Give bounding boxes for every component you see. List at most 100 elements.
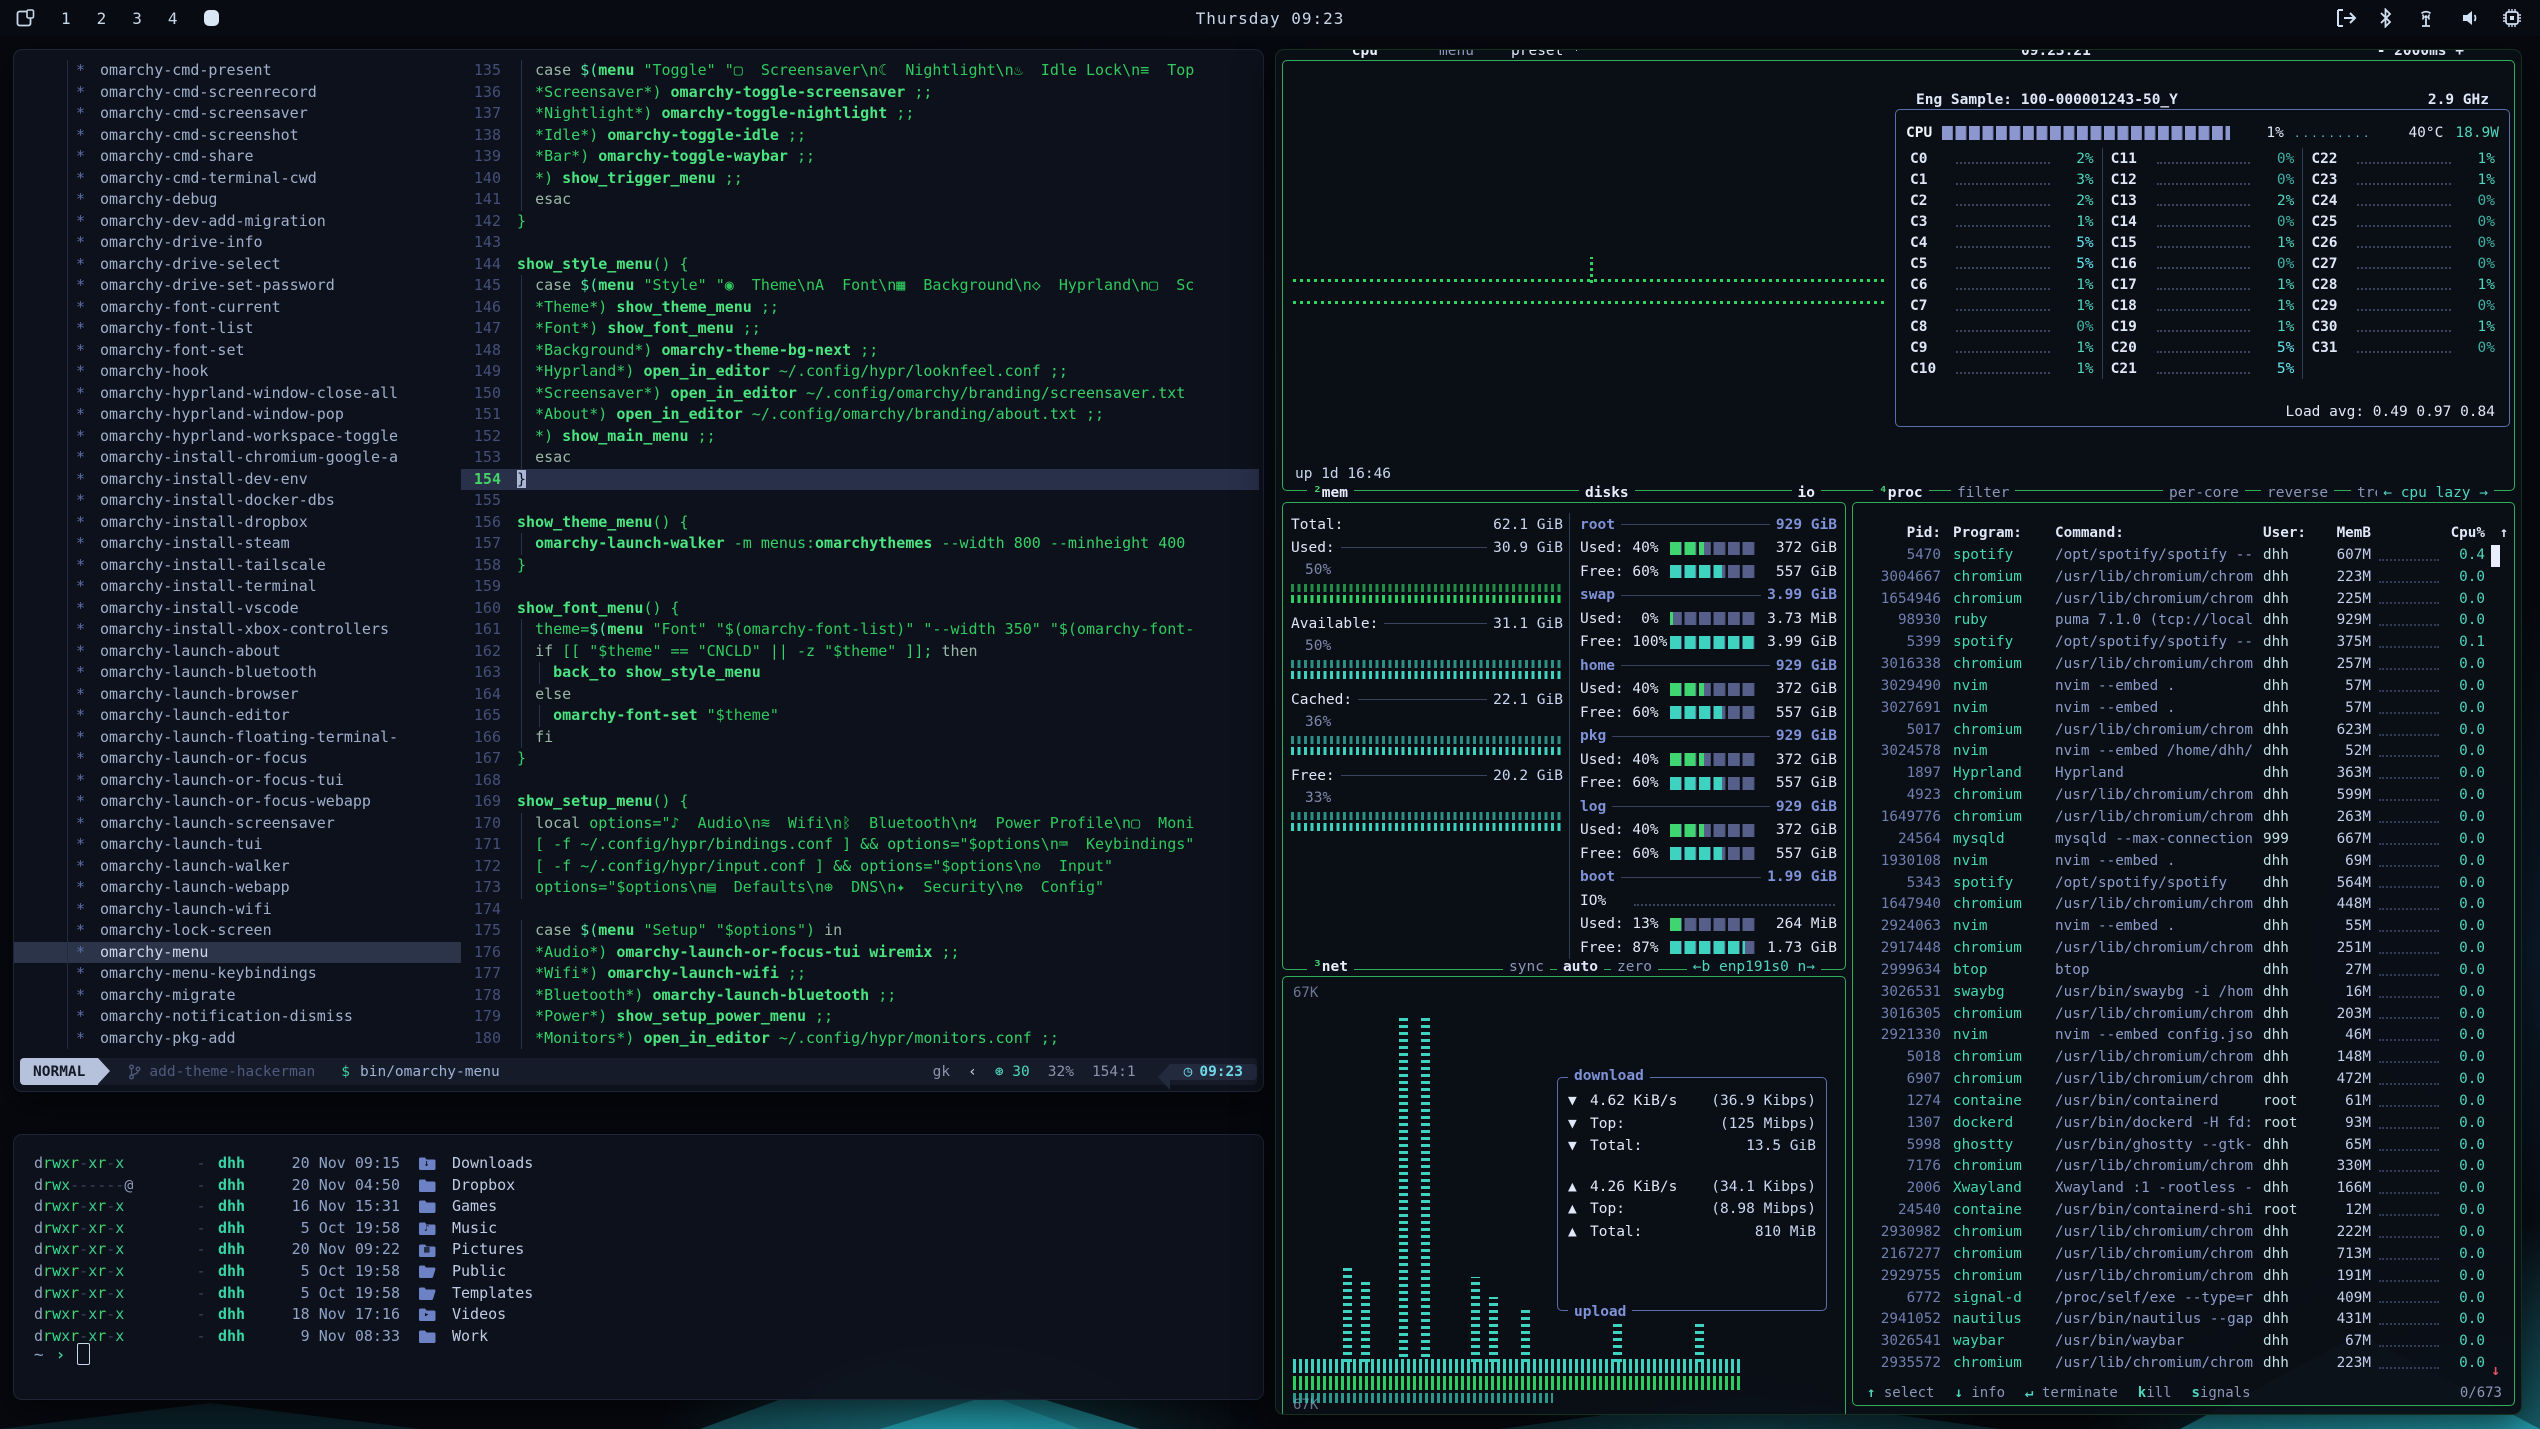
file-list-item[interactable]: *omarchy-lock-screen [14, 920, 461, 942]
code-line[interactable]: 162 if [[ "$theme" == "CNCLD" || -z "$th… [461, 641, 1259, 663]
directory-row[interactable]: drwxr-xr-x-dhh 5 Oct 19:58Public [34, 1261, 1253, 1283]
file-list-item[interactable]: *omarchy-launch-about [14, 641, 461, 663]
file-list-item[interactable]: *omarchy-launch-tui [14, 834, 461, 856]
code-line[interactable]: 167} [461, 748, 1259, 770]
file-list-item[interactable]: *omarchy-menu-keybindings [14, 963, 461, 985]
process-row[interactable]: 1274containe/usr/bin/containerdroot61M0.… [1857, 1091, 2510, 1113]
file-list-item[interactable]: *omarchy-launch-webapp [14, 877, 461, 899]
process-row[interactable]: 1647940chromium/usr/lib/chromium/chromdh… [1857, 894, 2510, 916]
code-line[interactable]: 142} [461, 211, 1259, 233]
file-list-item[interactable]: *omarchy-dev-add-migration [14, 211, 461, 233]
process-row[interactable]: 2929755chromium/usr/lib/chromium/chromdh… [1857, 1266, 2510, 1288]
file-list-item[interactable]: *omarchy-launch-browser [14, 684, 461, 706]
file-list-item[interactable]: *omarchy-hyprland-window-close-all [14, 383, 461, 405]
code-line[interactable]: 157 omarchy-launch-walker -m menus:omarc… [461, 533, 1259, 555]
file-list-item[interactable]: *omarchy-install-chromium-google-a [14, 447, 461, 469]
file-list-item[interactable]: *omarchy-cmd-present [14, 60, 461, 82]
code-line[interactable]: 155 [461, 490, 1259, 512]
header-memory[interactable]: MemB [2319, 523, 2371, 545]
directory-row[interactable]: drwxr-xr-x-dhh18 Nov 17:16▸Videos [34, 1304, 1253, 1326]
file-list-item[interactable]: *omarchy-launch-wifi [14, 899, 461, 921]
code-line[interactable]: 148 *Background*) omarchy-theme-bg-next … [461, 340, 1259, 362]
file-list-item[interactable]: *omarchy-launch-or-focus [14, 748, 461, 770]
process-row[interactable]: 1897HyprlandHyprlanddhh363M0.0 [1857, 763, 2510, 785]
code-line[interactable]: 139 *Bar*) omarchy-toggle-waybar ;; [461, 146, 1259, 168]
code-line[interactable]: 173 options="$options\n▤ Defaults\n⊕ DNS… [461, 877, 1259, 899]
code-line[interactable]: 140 *) show_trigger_menu ;; [461, 168, 1259, 190]
file-list-item[interactable]: *omarchy-install-docker-dbs [14, 490, 461, 512]
btop-menu-button[interactable]: menu [1433, 49, 1480, 59]
btop-preset-button[interactable]: preset * [1505, 49, 1587, 59]
process-row[interactable]: 3016305chromium/usr/lib/chromium/chromdh… [1857, 1004, 2510, 1026]
shell-prompt[interactable]: ~ › [34, 1343, 90, 1365]
code-line[interactable]: 147 *Font*) show_font_menu ;; [461, 318, 1259, 340]
process-row[interactable]: 24564mysqldmysqld --max-connection999667… [1857, 829, 2510, 851]
file-list-item[interactable]: *omarchy-cmd-share [14, 146, 461, 168]
code-line[interactable]: 179 *Power*) show_setup_power_menu ;; [461, 1006, 1259, 1028]
process-row[interactable]: 6772signal-d/proc/self/exe --type=rdhh40… [1857, 1288, 2510, 1310]
file-list-item[interactable]: *omarchy-launch-or-focus-webapp [14, 791, 461, 813]
file-list-item[interactable]: *omarchy-drive-select [14, 254, 461, 276]
proc-footer-action[interactable]: ↑ select [1867, 1385, 1934, 1401]
code-line[interactable]: 174 [461, 899, 1259, 921]
file-list-item[interactable]: *omarchy-cmd-screensaver [14, 103, 461, 125]
proc-footer-action[interactable]: signals [2192, 1385, 2251, 1401]
process-row[interactable]: 3027691nvimnvim --embed .dhh57M0.0 [1857, 698, 2510, 720]
process-row[interactable]: 2006XwaylandXwayland :1 -rootless -dhh16… [1857, 1178, 2510, 1200]
process-row[interactable]: 7176chromium/usr/lib/chromium/chromdhh33… [1857, 1156, 2510, 1178]
process-row[interactable]: 24540containe/usr/bin/containerd-shiroot… [1857, 1200, 2510, 1222]
code-line[interactable]: 137 *Nightlight*) omarchy-toggle-nightli… [461, 103, 1259, 125]
code-line[interactable]: 177 *Wifi*) omarchy-launch-wifi ;; [461, 963, 1259, 985]
file-list-item[interactable]: *omarchy-launch-walker [14, 856, 461, 878]
code-line[interactable]: 168 [461, 770, 1259, 792]
header-command[interactable]: Command: [2055, 523, 2263, 545]
file-list-item[interactable]: *omarchy-debug [14, 189, 461, 211]
file-list-item[interactable]: *omarchy-launch-floating-terminal- [14, 727, 461, 749]
code-line[interactable]: 176 *Audio*) omarchy-launch-or-focus-tui… [461, 942, 1259, 964]
code-line[interactable]: 150 *Screensaver*) open_in_editor ~/.con… [461, 383, 1259, 405]
file-list-item[interactable]: *omarchy-install-vscode [14, 598, 461, 620]
code-line[interactable]: 153 esac [461, 447, 1259, 469]
process-row[interactable]: 1654946chromium/usr/lib/chromium/chromdh… [1857, 589, 2510, 611]
process-row[interactable]: 4923chromium/usr/lib/chromium/chromdhh59… [1857, 785, 2510, 807]
code-line[interactable]: 161 theme=$(menu "Font" "$(omarchy-font-… [461, 619, 1259, 641]
directory-row[interactable]: drwxr-xr-x-dhh20 Nov 09:22▦Pictures [34, 1239, 1253, 1261]
process-row[interactable]: 3024578nvimnvim --embed /home/dhh/dhh52M… [1857, 741, 2510, 763]
directory-row[interactable]: drwxr-xr-x-dhh20 Nov 09:15↓Downloads [34, 1153, 1253, 1175]
file-list-item[interactable]: *omarchy-launch-screensaver [14, 813, 461, 835]
process-row[interactable]: 2921330nvimnvim --embed config.jsodhh46M… [1857, 1025, 2510, 1047]
code-line[interactable]: 170 local options="♪ Audio\n≋ Wifi\nᛒ Bl… [461, 813, 1259, 835]
file-list-item[interactable]: *omarchy-font-list [14, 318, 461, 340]
proc-footer-action[interactable]: ↓ info [1954, 1385, 2005, 1401]
process-row[interactable]: 1307dockerd/usr/bin/dockerd -H fd:root93… [1857, 1113, 2510, 1135]
directory-row[interactable]: drwxr-xr-x-dhh 5 Oct 19:58♪Music [34, 1218, 1253, 1240]
process-row[interactable]: 5470spotify/opt/spotify/spotify --dhh607… [1857, 545, 2510, 567]
file-list-item[interactable]: *omarchy-launch-editor [14, 705, 461, 727]
file-list-item[interactable]: *omarchy-drive-info [14, 232, 461, 254]
code-line[interactable]: 166 fi [461, 727, 1259, 749]
proc-scrollbar[interactable] [2491, 545, 2500, 567]
process-row[interactable]: 5018chromium/usr/lib/chromium/chromdhh14… [1857, 1047, 2510, 1069]
code-line[interactable]: 172 [ -f ~/.config/hypr/input.conf ] && … [461, 856, 1259, 878]
file-list-item[interactable]: *omarchy-install-terminal [14, 576, 461, 598]
cpu-box-title[interactable]: ¹cpu [1337, 49, 1384, 59]
file-list-item[interactable]: *omarchy-launch-or-focus-tui [14, 770, 461, 792]
file-list-item[interactable]: *omarchy-hyprland-window-pop [14, 404, 461, 426]
file-list-item[interactable]: *omarchy-install-tailscale [14, 555, 461, 577]
header-cpu[interactable]: Cpu% [2447, 523, 2485, 545]
process-row[interactable]: 3004667chromium/usr/lib/chromium/chromdh… [1857, 567, 2510, 589]
file-list-item[interactable]: *omarchy-migrate [14, 985, 461, 1007]
file-list-item[interactable]: *omarchy-launch-bluetooth [14, 662, 461, 684]
proc-footer-action[interactable]: ↵ terminate [2025, 1385, 2118, 1401]
process-row[interactable]: 5343spotify/opt/spotify/spotifydhh564M0.… [1857, 873, 2510, 895]
file-list-item[interactable]: *omarchy-cmd-terminal-cwd [14, 168, 461, 190]
process-row[interactable]: 3016338chromium/usr/lib/chromium/chromdh… [1857, 654, 2510, 676]
file-list-item[interactable]: *omarchy-pkg-add [14, 1028, 461, 1050]
directory-row[interactable]: drwx------@-dhh20 Nov 04:50Dropbox [34, 1175, 1253, 1197]
code-line[interactable]: 180 *Monitors*) open_in_editor ~/.config… [461, 1028, 1259, 1050]
code-line[interactable]: 152 *) show_main_menu ;; [461, 426, 1259, 448]
code-line[interactable]: 144show_style_menu() { [461, 254, 1259, 276]
process-row[interactable]: 3026541waybar/usr/bin/waybardhh67M0.0 [1857, 1331, 2510, 1353]
code-line[interactable]: 138 *Idle*) omarchy-toggle-idle ;; [461, 125, 1259, 147]
file-list-item[interactable]: *omarchy-install-steam [14, 533, 461, 555]
